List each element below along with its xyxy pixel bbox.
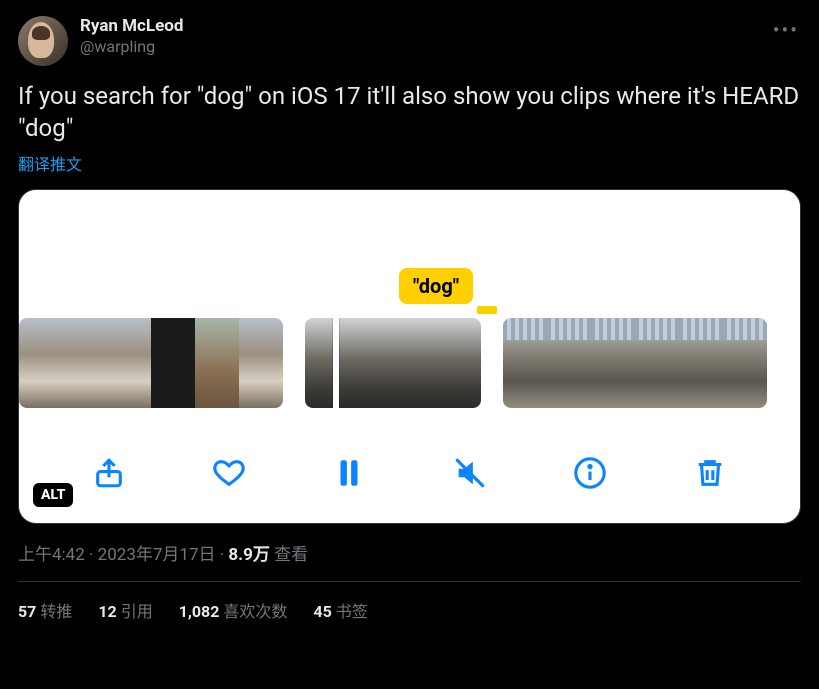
thumbnail (19, 318, 63, 408)
caption-tag: "dog" (399, 268, 473, 304)
thumbnail (591, 318, 635, 408)
thumbnail (635, 318, 679, 408)
thumbnail (503, 318, 547, 408)
playhead[interactable] (333, 318, 339, 408)
tweet-meta: 上午4:42 · 2023年7月17日 · 8.9万 查看 (18, 540, 801, 565)
more-icon[interactable]: ••• (773, 18, 799, 42)
caption-position-marker (477, 306, 497, 314)
thumbnail (723, 318, 767, 408)
thumbnail (349, 318, 393, 408)
video-scrubber-strip[interactable] (19, 318, 800, 408)
info-icon[interactable] (571, 454, 609, 492)
stat-likes[interactable]: 1,082喜欢次数 (179, 598, 288, 622)
meta-time[interactable]: 上午4:42 (18, 545, 85, 565)
media-card[interactable]: "dog" (18, 189, 801, 524)
pause-icon[interactable] (330, 454, 368, 492)
clip-group-2[interactable] (305, 318, 481, 408)
tweet-text: If you search for "dog" on iOS 17 it'll … (18, 80, 801, 145)
display-name: Ryan McLeod (80, 16, 183, 37)
thumbnail (151, 318, 195, 408)
avatar[interactable] (18, 16, 68, 66)
share-icon[interactable] (90, 454, 128, 492)
meta-views-label: 查看 (274, 545, 308, 565)
meta-views-count: 8.9万 (228, 545, 269, 565)
clip-group-1[interactable] (19, 318, 283, 408)
thumbnail (239, 318, 283, 408)
thumbnail (305, 318, 349, 408)
tweet-header: Ryan McLeod @warpling ••• (18, 16, 801, 66)
meta-date[interactable]: 2023年7月17日 (98, 545, 216, 565)
tweet: Ryan McLeod @warpling ••• If you search … (0, 0, 819, 638)
thumbnail (195, 318, 239, 408)
handle: @warpling (80, 37, 183, 57)
media-toolbar (19, 423, 800, 523)
thumbnail (393, 318, 437, 408)
speaker-muted-icon[interactable] (451, 454, 489, 492)
heart-icon[interactable] (210, 454, 248, 492)
tweet-stats: 57转推 12引用 1,082喜欢次数 45书签 (18, 598, 801, 622)
stat-bookmarks[interactable]: 45书签 (313, 598, 367, 622)
alt-badge[interactable]: ALT (33, 483, 73, 507)
stat-retweets[interactable]: 57转推 (18, 598, 72, 622)
thumbnail (679, 318, 723, 408)
thumbnail (107, 318, 151, 408)
clip-group-3[interactable] (503, 318, 767, 408)
translate-link[interactable]: 翻译推文 (18, 151, 801, 175)
thumbnail (547, 318, 591, 408)
thumbnail (437, 318, 481, 408)
trash-icon[interactable] (691, 454, 729, 492)
divider (18, 581, 801, 582)
stat-quotes[interactable]: 12引用 (98, 598, 152, 622)
author-names[interactable]: Ryan McLeod @warpling (80, 16, 183, 57)
thumbnail (63, 318, 107, 408)
